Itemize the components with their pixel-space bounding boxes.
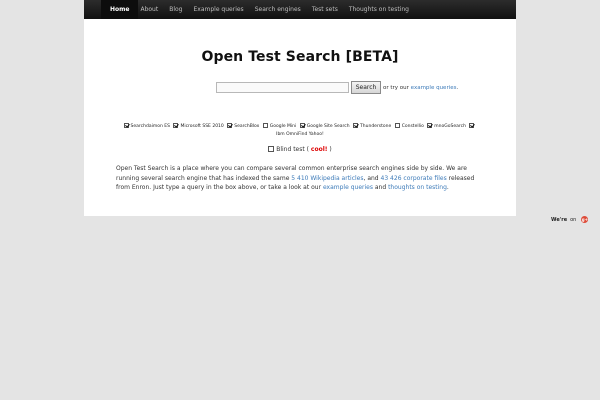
try-examples-text: or try our example queries. [383, 85, 458, 91]
desc-text: and [372, 184, 389, 191]
nav-item-example-queries[interactable]: Example queries [193, 0, 243, 19]
engine-item: Google Site Search [299, 123, 350, 131]
blind-test-checkbox[interactable] [268, 146, 275, 152]
intro-paragraph: Open Test Search is a place where you ca… [116, 164, 486, 193]
engine-item: Searchdaimon ES [123, 123, 170, 131]
nav-menu: Home About Blog Example queries Search e… [84, 0, 516, 19]
search-input[interactable] [216, 82, 349, 93]
engine-checkbox[interactable] [353, 123, 359, 128]
paren-close: ) [329, 146, 332, 153]
thoughts-on-testing-link[interactable]: thoughts on testing [388, 184, 447, 191]
engine-item [469, 123, 476, 131]
cool-badge: cool! [310, 146, 328, 153]
desc-text: , and [363, 174, 381, 182]
social-label: We're [551, 216, 568, 223]
social-label-on: on [570, 216, 577, 223]
try-prefix: or try our [383, 84, 411, 91]
top-navbar: Home About Blog Example queries Search e… [84, 0, 516, 19]
nav-item-thoughts-on-testing[interactable]: Thoughts on testing [349, 0, 409, 19]
engine-checkbox[interactable] [123, 123, 129, 128]
nav-item-blog[interactable]: Blog [169, 0, 182, 19]
engine-item: mnoGoSearch [427, 123, 466, 131]
example-queries-link[interactable]: example queries [411, 85, 457, 91]
engine-label: Constellio [401, 124, 424, 129]
engine-item: Ibm OmniFind Yahoo! [276, 131, 324, 139]
paren-open: ( [306, 146, 309, 153]
social-badge[interactable]: We're on g+ [551, 216, 589, 223]
desc-text: . [446, 184, 449, 191]
nav-item-about[interactable]: About [140, 0, 158, 19]
try-suffix: . [456, 84, 459, 91]
nav-item-test-sets[interactable]: Test sets [312, 0, 338, 19]
nav-item-home[interactable]: Home [101, 0, 139, 19]
corporate-files-link[interactable]: 43 426 corporate files [381, 175, 447, 182]
engine-label: Searchdaimon ES [130, 124, 170, 129]
engine-label: Thunderstone [360, 124, 392, 129]
engine-checklist: Searchdaimon ES Microsoft SSE 2010 Searc… [84, 123, 516, 139]
engine-item: SearchBlox [227, 123, 259, 131]
wikipedia-articles-link[interactable]: 5 410 Wikipedia articles [291, 175, 363, 182]
engine-label: Ibm OmniFind Yahoo! [276, 132, 324, 137]
engine-item: Thunderstone [353, 123, 391, 131]
engine-checkbox[interactable] [227, 123, 233, 128]
engine-label: SearchBlox [234, 124, 260, 129]
engine-label: mnoGoSearch [434, 124, 466, 129]
engine-item: Microsoft SSE 2010 [173, 123, 224, 131]
engine-item: Google Mini [262, 123, 297, 131]
google-plus-icon[interactable]: g+ [581, 216, 589, 223]
search-button[interactable]: Search [351, 81, 381, 94]
main-content: Open Test Search [BETA] Search or try ou… [84, 19, 516, 216]
engine-checkbox[interactable] [469, 123, 475, 128]
engine-label: Google Mini [269, 124, 297, 129]
engine-checkbox[interactable] [394, 123, 400, 128]
engine-checkbox[interactable] [262, 123, 268, 128]
engine-checkbox[interactable] [299, 123, 305, 128]
example-queries-link[interactable]: example queries [323, 184, 373, 191]
engine-label: Microsoft SSE 2010 [180, 124, 224, 129]
blind-test-label: Blind test [276, 146, 305, 153]
engine-label: Google Site Search [306, 124, 350, 129]
blind-test-option: Blind test ( cool! ) [84, 146, 516, 153]
search-form: Search or try our example queries. [216, 81, 458, 94]
engine-checkbox[interactable] [427, 123, 433, 128]
engine-checkbox[interactable] [173, 123, 179, 128]
engine-item: Constellio [394, 123, 424, 131]
nav-item-search-engines[interactable]: Search engines [255, 0, 301, 19]
page-title: Open Test Search [BETA] [201, 49, 399, 65]
